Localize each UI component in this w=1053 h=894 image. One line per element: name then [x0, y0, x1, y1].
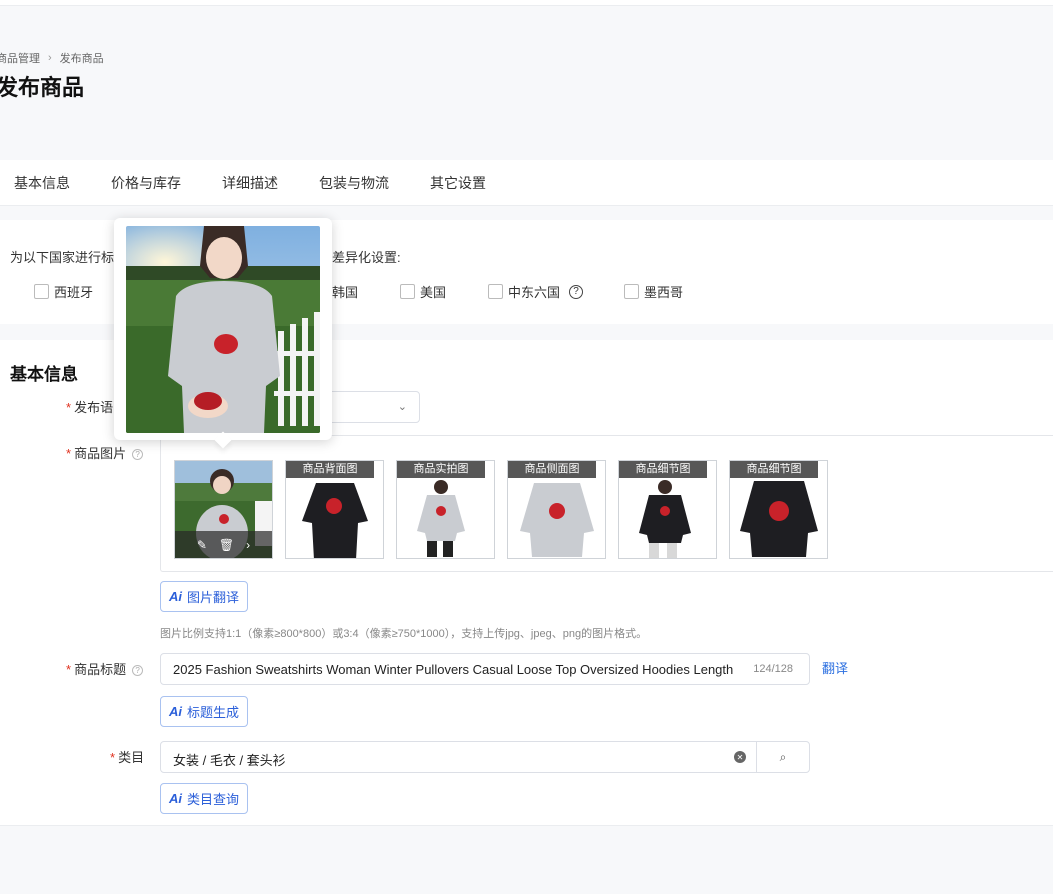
country-checkbox-usa[interactable]: 美国 — [400, 282, 446, 301]
required-mark: * — [110, 750, 116, 765]
help-icon[interactable]: ? — [569, 284, 584, 299]
country-label: 中东六国 — [508, 285, 561, 300]
ai-icon: Ai — [169, 589, 182, 604]
tab-basic-info[interactable]: 基本信息 — [0, 160, 84, 206]
image-format-hint: 图片比例支持1:1（像素≥800*800）或3:4（像素≥750*1000），支… — [160, 628, 648, 640]
category-query-button[interactable]: Ai 类目查询 — [160, 783, 249, 814]
product-title-input[interactable]: 2025 Fashion Sweatshirts Woman Winter Pu… — [160, 653, 810, 685]
clear-icon[interactable]: ✕ — [734, 751, 746, 763]
tab-description[interactable]: 详细描述 — [208, 160, 292, 206]
image-thumb-side[interactable]: 商品侧面图 — [507, 460, 606, 559]
country-checkbox-korea[interactable]: 韩国 — [332, 282, 358, 301]
tab-price-stock[interactable]: 价格与库存 — [97, 160, 195, 206]
breadcrumb-current: 发布商品 — [59, 53, 104, 65]
category-input[interactable]: 女装 / 毛衣 / 套头衫 ✕ ⌕ — [160, 741, 810, 773]
chevron-right-icon[interactable]: › — [246, 538, 250, 552]
image-thumb-detail-2[interactable]: 商品细节图 — [729, 460, 828, 559]
image-thumb-real[interactable]: 商品实拍图 — [396, 460, 495, 559]
char-counter: 124/128 — [753, 663, 793, 675]
checkbox-icon[interactable] — [400, 284, 415, 299]
country-prompt-suffix: 差异化设置: — [332, 250, 401, 265]
help-icon[interactable]: ? — [132, 665, 144, 677]
country-label: 美国 — [420, 285, 447, 300]
image-tag: 商品背面图 — [286, 461, 374, 478]
section-title-basic-info: 基本信息 — [10, 365, 78, 384]
checkbox-icon[interactable] — [34, 284, 49, 299]
country-checkbox-spain[interactable]: 西班牙 — [34, 282, 93, 301]
breadcrumb-separator-icon: › — [48, 52, 52, 64]
ai-icon: Ai — [169, 704, 182, 719]
translate-link[interactable]: 翻译 — [822, 658, 848, 677]
chevron-down-icon: ⌄ — [397, 401, 407, 413]
image-tag: 商品细节图 — [619, 461, 707, 478]
title-generate-button[interactable]: Ai 标题生成 — [160, 696, 249, 727]
page-title: 发布商品 — [0, 75, 85, 100]
checkbox-icon[interactable] — [488, 284, 503, 299]
publish-language-label: * 发布语 — [66, 400, 114, 415]
required-mark: * — [66, 446, 72, 461]
image-thumb-main[interactable]: ✎ 🗑 › — [174, 460, 273, 559]
edit-icon[interactable]: ✎ — [197, 538, 207, 552]
checkbox-icon[interactable] — [624, 284, 639, 299]
country-checkbox-mexico[interactable]: 墨西哥 — [624, 282, 683, 301]
trash-icon[interactable]: 🗑 — [219, 538, 234, 552]
preview-photo — [126, 226, 320, 433]
preview-image — [126, 226, 320, 433]
image-preview-popover — [114, 218, 332, 440]
breadcrumb-parent[interactable]: 商品管理 — [0, 50, 40, 66]
product-title-value[interactable]: 2025 Fashion Sweatshirts Woman Winter Pu… — [173, 662, 738, 677]
image-thumb-detail-1[interactable]: 商品细节图 — [618, 460, 717, 559]
tab-packaging-logistics[interactable]: 包装与物流 — [305, 160, 403, 206]
image-tag: 商品细节图 — [730, 461, 818, 478]
category-value[interactable]: 女装 / 毛衣 / 套头衫 — [173, 750, 286, 769]
country-label: 墨西哥 — [644, 285, 684, 300]
image-tag: 商品实拍图 — [397, 461, 485, 478]
category-label: * 类目 — [110, 750, 145, 765]
ai-icon: Ai — [169, 791, 182, 806]
image-translate-button[interactable]: Ai 图片翻译 — [160, 581, 249, 612]
section-tabs: 基本信息 价格与库存 详细描述 包装与物流 其它设置 — [0, 160, 1053, 206]
tab-other-settings[interactable]: 其它设置 — [416, 160, 500, 206]
product-title-label: * 商品标题? — [66, 659, 144, 678]
required-mark: * — [66, 400, 72, 415]
required-mark: * — [66, 662, 72, 677]
country-prompt: 为以下国家进行标 — [10, 250, 115, 265]
image-actions: ✎ 🗑 › — [175, 531, 272, 558]
country-checkbox-middle-east[interactable]: 中东六国 ? — [488, 282, 584, 301]
search-icon[interactable]: ⌕ — [756, 742, 809, 772]
breadcrumb: 商品管理 › 发布商品 — [0, 50, 104, 66]
top-strip — [0, 0, 1053, 6]
image-tag: 商品侧面图 — [508, 461, 596, 478]
product-images-label: * 商品图片? — [66, 443, 144, 462]
country-label: 韩国 — [332, 285, 359, 300]
image-thumb-back[interactable]: 商品背面图 — [285, 460, 384, 559]
product-image-panel: ✎ 🗑 › 商品背面图 商品实拍图 商品侧面图 商品细节图 商品细节图 — [160, 435, 1053, 572]
help-icon[interactable]: ? — [132, 449, 144, 461]
country-label: 西班牙 — [54, 285, 94, 300]
